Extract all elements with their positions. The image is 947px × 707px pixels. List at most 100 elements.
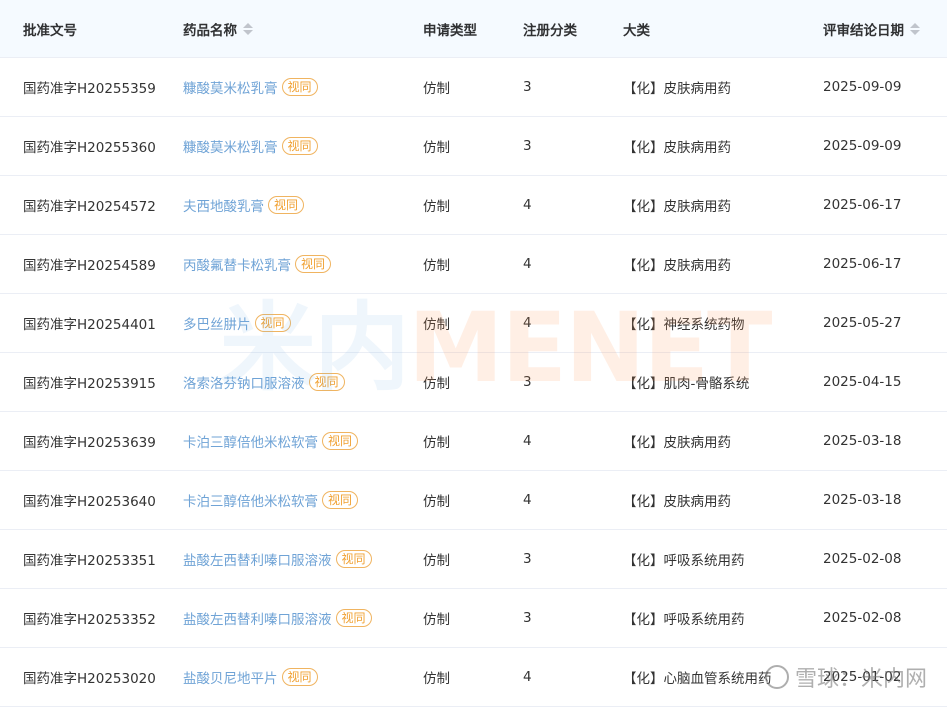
approval-no: 国药准字H20253352 bbox=[23, 612, 156, 628]
category: 【化】皮肤病用药 bbox=[623, 81, 731, 97]
app-type: 仿制 bbox=[423, 140, 450, 156]
reg-class: 4 bbox=[523, 433, 532, 449]
equivalent-tag[interactable]: 视同 bbox=[322, 491, 359, 509]
header-app-type: 申请类型 bbox=[423, 22, 477, 39]
app-type: 仿制 bbox=[423, 81, 450, 97]
table-row: 国药准字H20253640 卡泊三醇倍他米松软膏 视同 仿制 4 【化】皮肤病用药 2025… bbox=[0, 471, 947, 530]
review-date: 2025-02-08 bbox=[823, 551, 902, 567]
category: 【化】皮肤病用药 bbox=[623, 435, 731, 451]
reg-class: 3 bbox=[523, 610, 532, 626]
equivalent-tag[interactable]: 视同 bbox=[268, 196, 305, 214]
table-row: 国药准字H20253351 盐酸左西替利嗪口服溶液 视同 仿制 3 【化】呼吸系统用药 20… bbox=[0, 530, 947, 589]
drug-name-link[interactable]: 卡泊三醇倍他米松软膏 bbox=[183, 490, 318, 510]
app-type: 仿制 bbox=[423, 435, 450, 451]
approval-no: 国药准字H20254572 bbox=[23, 199, 156, 215]
approval-no: 国药准字H20253915 bbox=[23, 376, 156, 392]
approval-no: 国药准字H20253639 bbox=[23, 435, 156, 451]
header-drug-name[interactable]: 药品名称 bbox=[183, 0, 253, 57]
drug-name-cell: 盐酸贝尼地平片 视同 bbox=[183, 648, 318, 706]
table-row: 国药准字H20254589 丙酸氟替卡松乳膏 视同 仿制 4 【化】皮肤病用药 2025-0… bbox=[0, 235, 947, 294]
approval-no: 国药准字H20253351 bbox=[23, 553, 156, 569]
category: 【化】皮肤病用药 bbox=[623, 494, 731, 510]
table-row: 国药准字H20254572 夫西地酸乳膏 视同 仿制 4 【化】皮肤病用药 2025-06-… bbox=[0, 176, 947, 235]
equivalent-tag[interactable]: 视同 bbox=[281, 668, 318, 686]
drug-name-link[interactable]: 盐酸左西替利嗪口服溶液 bbox=[183, 549, 332, 569]
reg-class: 4 bbox=[523, 669, 532, 685]
equivalent-tag[interactable]: 视同 bbox=[308, 373, 345, 391]
reg-class: 4 bbox=[523, 492, 532, 508]
equivalent-tag[interactable]: 视同 bbox=[281, 78, 318, 96]
table-row: 国药准字H20255359 糠酸莫米松乳膏 视同 仿制 3 【化】皮肤病用药 2025-09… bbox=[0, 58, 947, 117]
table-header: 批准文号 药品名称 申请类型 注册分类 大类 评审结论日期 bbox=[0, 0, 947, 58]
review-date: 2025-06-17 bbox=[823, 197, 902, 213]
header-review-date[interactable]: 评审结论日期 bbox=[823, 0, 920, 57]
drug-name-cell: 多巴丝肼片 视同 bbox=[183, 294, 291, 352]
equivalent-tag[interactable]: 视同 bbox=[335, 550, 372, 568]
reg-class: 3 bbox=[523, 374, 532, 390]
category: 【化】心脑血管系统用药 bbox=[623, 671, 772, 687]
equivalent-tag[interactable]: 视同 bbox=[254, 314, 291, 332]
drug-name-cell: 洛索洛芬钠口服溶液 视同 bbox=[183, 353, 345, 411]
category: 【化】呼吸系统用药 bbox=[623, 612, 745, 628]
drug-name-link[interactable]: 洛索洛芬钠口服溶液 bbox=[183, 372, 305, 392]
drug-name-link[interactable]: 多巴丝肼片 bbox=[183, 313, 251, 333]
review-date: 2025-01-02 bbox=[823, 669, 902, 685]
reg-class: 3 bbox=[523, 551, 532, 567]
table-row: 国药准字H20254401 多巴丝肼片 视同 仿制 4 【化】神经系统药物 2025-05-… bbox=[0, 294, 947, 353]
drug-name-cell: 卡泊三醇倍他米松软膏 视同 bbox=[183, 412, 359, 470]
review-date: 2025-09-09 bbox=[823, 138, 902, 154]
drug-name-cell: 盐酸左西替利嗪口服溶液 视同 bbox=[183, 589, 372, 647]
review-date: 2025-02-08 bbox=[823, 610, 902, 626]
drug-name-link[interactable]: 糠酸莫米松乳膏 bbox=[183, 136, 278, 156]
sort-caret-icon[interactable] bbox=[910, 22, 920, 35]
table-row: 国药准字H20253639 卡泊三醇倍他米松软膏 视同 仿制 4 【化】皮肤病用药 2025… bbox=[0, 412, 947, 471]
equivalent-tag[interactable]: 视同 bbox=[281, 137, 318, 155]
reg-class: 4 bbox=[523, 315, 532, 331]
category: 【化】神经系统药物 bbox=[623, 317, 745, 333]
drug-name-cell: 糠酸莫米松乳膏 视同 bbox=[183, 58, 318, 116]
drug-name-link[interactable]: 夫西地酸乳膏 bbox=[183, 195, 264, 215]
header-approval-no: 批准文号 bbox=[23, 22, 77, 39]
app-type: 仿制 bbox=[423, 317, 450, 333]
equivalent-tag[interactable]: 视同 bbox=[335, 609, 372, 627]
drug-name-link[interactable]: 丙酸氟替卡松乳膏 bbox=[183, 254, 291, 274]
category: 【化】皮肤病用药 bbox=[623, 258, 731, 274]
approval-no: 国药准字H20255359 bbox=[23, 81, 156, 97]
table-row: 国药准字H20255360 糠酸莫米松乳膏 视同 仿制 3 【化】皮肤病用药 2025-09… bbox=[0, 117, 947, 176]
category: 【化】皮肤病用药 bbox=[623, 199, 731, 215]
review-date: 2025-04-15 bbox=[823, 374, 902, 390]
category: 【化】皮肤病用药 bbox=[623, 140, 731, 156]
approval-no: 国药准字H20253640 bbox=[23, 494, 156, 510]
drug-name-cell: 盐酸左西替利嗪口服溶液 视同 bbox=[183, 530, 372, 588]
review-date: 2025-06-17 bbox=[823, 256, 902, 272]
app-type: 仿制 bbox=[423, 494, 450, 510]
drug-name-cell: 糠酸莫米松乳膏 视同 bbox=[183, 117, 318, 175]
drug-name-cell: 丙酸氟替卡松乳膏 视同 bbox=[183, 235, 332, 293]
table-row: 国药准字H20253352 盐酸左西替利嗪口服溶液 视同 仿制 3 【化】呼吸系统用药 20… bbox=[0, 589, 947, 648]
approval-no: 国药准字H20253020 bbox=[23, 671, 156, 687]
review-date: 2025-05-27 bbox=[823, 315, 902, 331]
app-type: 仿制 bbox=[423, 553, 450, 569]
drug-approval-table: 批准文号 药品名称 申请类型 注册分类 大类 评审结论日期 国药准字H20255… bbox=[0, 0, 947, 707]
equivalent-tag[interactable]: 视同 bbox=[322, 432, 359, 450]
app-type: 仿制 bbox=[423, 258, 450, 274]
equivalent-tag[interactable]: 视同 bbox=[295, 255, 332, 273]
drug-name-link[interactable]: 盐酸左西替利嗪口服溶液 bbox=[183, 608, 332, 628]
header-review-date-label: 评审结论日期 bbox=[823, 22, 904, 39]
approval-no: 国药准字H20255360 bbox=[23, 140, 156, 156]
approval-no: 国药准字H20254589 bbox=[23, 258, 156, 274]
drug-name-cell: 卡泊三醇倍他米松软膏 视同 bbox=[183, 471, 359, 529]
app-type: 仿制 bbox=[423, 376, 450, 392]
header-reg-class: 注册分类 bbox=[523, 22, 577, 39]
drug-name-link[interactable]: 卡泊三醇倍他米松软膏 bbox=[183, 431, 318, 451]
header-category: 大类 bbox=[623, 22, 650, 39]
table-row: 国药准字H20253020 盐酸贝尼地平片 视同 仿制 4 【化】心脑血管系统用药 2025… bbox=[0, 648, 947, 707]
drug-name-cell: 夫西地酸乳膏 视同 bbox=[183, 176, 305, 234]
reg-class: 4 bbox=[523, 256, 532, 272]
sort-caret-icon[interactable] bbox=[243, 22, 253, 35]
drug-name-link[interactable]: 盐酸贝尼地平片 bbox=[183, 667, 278, 687]
table-row: 国药准字H20253915 洛索洛芬钠口服溶液 视同 仿制 3 【化】肌肉-骨骼系统 202… bbox=[0, 353, 947, 412]
drug-name-link[interactable]: 糠酸莫米松乳膏 bbox=[183, 77, 278, 97]
table-body: 国药准字H20255359 糠酸莫米松乳膏 视同 仿制 3 【化】皮肤病用药 2025-09… bbox=[0, 58, 947, 707]
reg-class: 3 bbox=[523, 138, 532, 154]
